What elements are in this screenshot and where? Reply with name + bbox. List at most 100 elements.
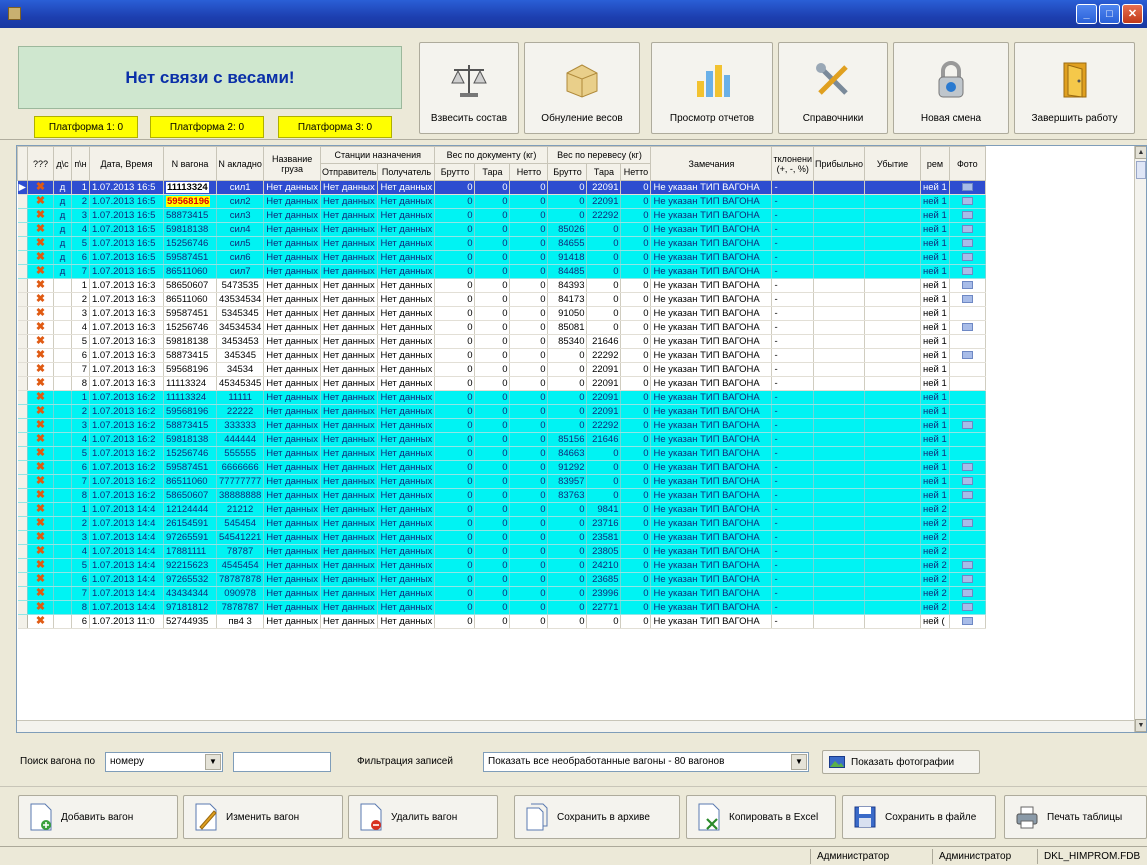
col-sender-header[interactable]: Отправитель <box>319 163 379 181</box>
table-row[interactable]: ✖ 2 1.07.2013 14:4 26154591 545454 Нет данных… <box>17 516 986 531</box>
row-indicator[interactable] <box>17 292 28 307</box>
photo-thumbnail-icon[interactable] <box>961 462 973 471</box>
photo-thumbnail-icon[interactable] <box>961 602 973 611</box>
table-row[interactable]: ✖ 7 1.07.2013 16:3 59568196 34534 Нет данных Н… <box>17 362 986 377</box>
delete-wagon-button[interactable]: Удалить вагон <box>348 795 498 839</box>
table-row[interactable]: ✖ 6 1.07.2013 14:4 97265532 78787878 Нет данн… <box>17 572 986 587</box>
foto-cell[interactable] <box>949 460 986 475</box>
row-indicator[interactable] <box>17 558 28 573</box>
photo-thumbnail-icon[interactable] <box>961 476 973 485</box>
table-row[interactable]: ✖ 2 1.07.2013 16:2 59568196 22222 Нет данных Н… <box>17 404 986 419</box>
foto-cell[interactable] <box>949 572 986 587</box>
col-rw-netto-header[interactable]: Нетто <box>620 163 652 181</box>
table-row[interactable]: ✖ 4 1.07.2013 14:4 17881111 78787 Нет данных Н… <box>17 544 986 559</box>
reset-scales-button[interactable]: Обнуление весов <box>524 42 640 134</box>
table-row[interactable]: ✖ д 5 1.07.2013 16:5 15256746 сил5 Нет данных Н… <box>17 236 986 251</box>
row-indicator[interactable] <box>17 208 28 223</box>
table-row[interactable]: ✖ д 6 1.07.2013 16:5 59587451 сил6 Нет данных Н… <box>17 250 986 265</box>
row-indicator[interactable] <box>17 222 28 237</box>
scroll-thumb[interactable] <box>1136 161 1146 179</box>
col-rw-brutto-header[interactable]: Брутто <box>547 163 588 181</box>
foto-cell[interactable] <box>949 306 986 321</box>
row-indicator[interactable] <box>17 348 28 363</box>
row-indicator[interactable] <box>17 586 28 601</box>
copy-excel-button[interactable]: Копировать в Excel <box>686 795 836 839</box>
foto-cell[interactable] <box>949 558 986 573</box>
col-deviation-header[interactable]: тклонени (+, -, %) <box>771 146 814 181</box>
row-indicator[interactable] <box>17 264 28 279</box>
photo-thumbnail-icon[interactable] <box>961 420 973 429</box>
foto-cell[interactable] <box>949 250 986 265</box>
photo-thumbnail-icon[interactable] <box>961 490 973 499</box>
directories-button[interactable]: Справочники <box>778 42 888 134</box>
col-notes-header[interactable]: Замечания <box>650 146 773 181</box>
foto-cell[interactable] <box>949 362 986 377</box>
table-row[interactable]: ✖ д 4 1.07.2013 16:5 59818138 сил4 Нет данных Н… <box>17 222 986 237</box>
weigh-train-button[interactable]: Взвесить состав <box>419 42 519 134</box>
row-indicator[interactable] <box>17 600 28 615</box>
search-by-select[interactable]: номеру ▼ <box>105 752 223 772</box>
foto-cell[interactable] <box>949 544 986 559</box>
foto-cell[interactable] <box>949 446 986 461</box>
show-photos-button[interactable]: Показать фотографии <box>822 750 980 774</box>
print-table-button[interactable]: Печать таблицы <box>1004 795 1147 839</box>
table-row[interactable]: ✖ 6 1.07.2013 11:0 52744935 пв4 3 Нет данных Н… <box>17 614 986 629</box>
foto-cell[interactable] <box>949 180 986 195</box>
table-row[interactable]: ✖ д 2 1.07.2013 16:5 59568196 сил2 Нет данных Н… <box>17 194 986 209</box>
photo-thumbnail-icon[interactable] <box>961 196 973 205</box>
photo-thumbnail-icon[interactable] <box>961 294 973 303</box>
photo-thumbnail-icon[interactable] <box>961 224 973 233</box>
col-doc-netto-header[interactable]: Нетто <box>509 163 549 181</box>
row-indicator[interactable] <box>17 502 28 517</box>
foto-cell[interactable] <box>949 404 986 419</box>
save-archive-button[interactable]: Сохранить в архиве <box>514 795 680 839</box>
table-row[interactable]: ✖ 7 1.07.2013 16:2 86511060 77777777 Нет данн… <box>17 474 986 489</box>
maximize-button[interactable]: □ <box>1099 4 1120 24</box>
table-row[interactable]: ✖ 6 1.07.2013 16:3 58873415 345345 Нет данных… <box>17 348 986 363</box>
col-wagon-header[interactable]: N вагона <box>163 146 217 181</box>
foto-cell[interactable] <box>949 208 986 223</box>
foto-cell[interactable] <box>949 320 986 335</box>
photo-thumbnail-icon[interactable] <box>961 238 973 247</box>
foto-cell[interactable] <box>949 586 986 601</box>
table-row[interactable]: ✖ д 7 1.07.2013 16:5 86511060 сил7 Нет данных Н… <box>17 264 986 279</box>
col-loss-header[interactable]: Убытие <box>864 146 922 181</box>
table-row[interactable]: ▶ ✖ д 1 1.07.2013 16:5 11113324 сил1 Нет данных… <box>17 180 986 195</box>
grid-horizontal-scrollbar[interactable] <box>17 720 1134 732</box>
dropdown-arrow-icon[interactable]: ▼ <box>791 754 807 770</box>
col-ds-header[interactable]: д\с <box>53 146 72 181</box>
filter-select[interactable]: Показать все необработанные вагоны - 80 … <box>483 752 809 772</box>
table-row[interactable]: ✖ 5 1.07.2013 16:3 59818138 3453453 Нет данны… <box>17 334 986 349</box>
scroll-up-icon[interactable]: ▲ <box>1135 146 1146 159</box>
table-row[interactable]: ✖ 4 1.07.2013 16:3 15256746 34534534 Нет данн… <box>17 320 986 335</box>
close-button[interactable]: ✕ <box>1122 4 1143 24</box>
row-indicator[interactable] <box>17 572 28 587</box>
table-row[interactable]: ✖ 3 1.07.2013 16:3 59587451 5345345 Нет данны… <box>17 306 986 321</box>
grid-vertical-scrollbar[interactable]: ▲ ▼ <box>1134 146 1146 732</box>
photo-thumbnail-icon[interactable] <box>961 280 973 289</box>
view-reports-button[interactable]: Просмотр отчетов <box>651 42 773 134</box>
row-indicator[interactable] <box>17 544 28 559</box>
photo-thumbnail-icon[interactable] <box>961 322 973 331</box>
row-indicator[interactable] <box>17 446 28 461</box>
search-input[interactable] <box>233 752 331 772</box>
photo-thumbnail-icon[interactable] <box>961 182 973 191</box>
row-indicator[interactable] <box>17 194 28 209</box>
col-profit-header[interactable]: Прибыльно <box>812 146 866 181</box>
exit-button[interactable]: Завершить работу <box>1014 42 1135 134</box>
foto-cell[interactable] <box>949 530 986 545</box>
foto-cell[interactable] <box>949 236 986 251</box>
table-row[interactable]: ✖ 3 1.07.2013 16:2 58873415 333333 Нет данных… <box>17 418 986 433</box>
row-indicator[interactable] <box>17 488 28 503</box>
foto-cell[interactable] <box>949 376 986 391</box>
add-wagon-button[interactable]: Добавить вагон <box>18 795 178 839</box>
foto-cell[interactable] <box>949 278 986 293</box>
row-indicator[interactable] <box>17 306 28 321</box>
row-indicator[interactable] <box>17 614 28 629</box>
row-indicator[interactable] <box>17 278 28 293</box>
table-row[interactable]: ✖ д 3 1.07.2013 16:5 58873415 сил3 Нет данных Н… <box>17 208 986 223</box>
row-indicator[interactable] <box>17 320 28 335</box>
photo-thumbnail-icon[interactable] <box>961 518 973 527</box>
foto-cell[interactable] <box>949 502 986 517</box>
table-row[interactable]: ✖ 2 1.07.2013 16:3 86511060 43534534 Нет данн… <box>17 292 986 307</box>
